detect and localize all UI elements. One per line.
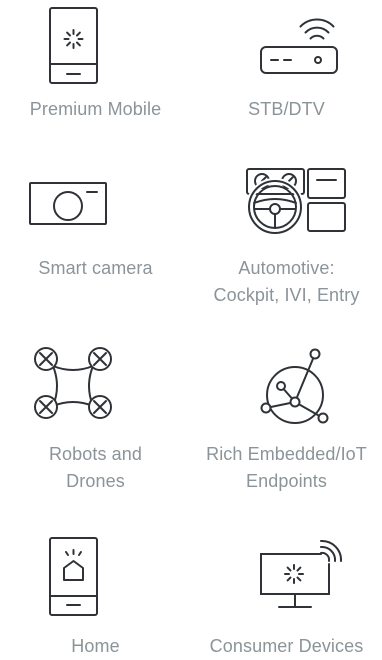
- tile-label-line2: Cockpit, IVI, Entry: [213, 285, 360, 305]
- smartphone-icon: [0, 0, 191, 100]
- tile-home: Home: [0, 530, 191, 657]
- tile-stb-dtv: STB/DTV: [191, 0, 382, 130]
- tile-premium-mobile: Premium Mobile: [0, 0, 191, 130]
- camera-icon: [0, 165, 191, 265]
- smart-display-icon: [191, 530, 382, 630]
- tile-label-line1: Robots and: [48, 444, 143, 464]
- tile-label-line2: Endpoints: [246, 471, 327, 491]
- tile-label: Smart camera: [38, 258, 153, 278]
- tile-smart-camera: Smart camera: [0, 165, 191, 315]
- tile-label-line1: Automotive:: [238, 258, 335, 278]
- tile-automotive: Automotive: Cockpit, IVI, Entry: [191, 165, 382, 315]
- tile-rich-embedded: Rich Embedded/IoT Endpoints: [191, 340, 382, 500]
- tile-label-line1: Rich Embedded/IoT: [206, 444, 367, 464]
- tile-label-line2: Drones: [66, 471, 125, 491]
- tile-label: STB/DTV: [248, 99, 325, 119]
- set-top-box-icon: [191, 0, 382, 100]
- tile-consumer-devices: Consumer Devices: [191, 530, 382, 657]
- drone-icon: [0, 340, 191, 440]
- tile-label: Home: [71, 636, 120, 656]
- tile-robots-drones: Robots and Drones: [0, 340, 191, 500]
- smart-home-phone-icon: [0, 530, 191, 630]
- car-dashboard-icon: [191, 165, 382, 265]
- tile-label: Consumer Devices: [209, 636, 364, 656]
- tile-label: Premium Mobile: [29, 99, 162, 119]
- network-globe-icon: [191, 340, 382, 440]
